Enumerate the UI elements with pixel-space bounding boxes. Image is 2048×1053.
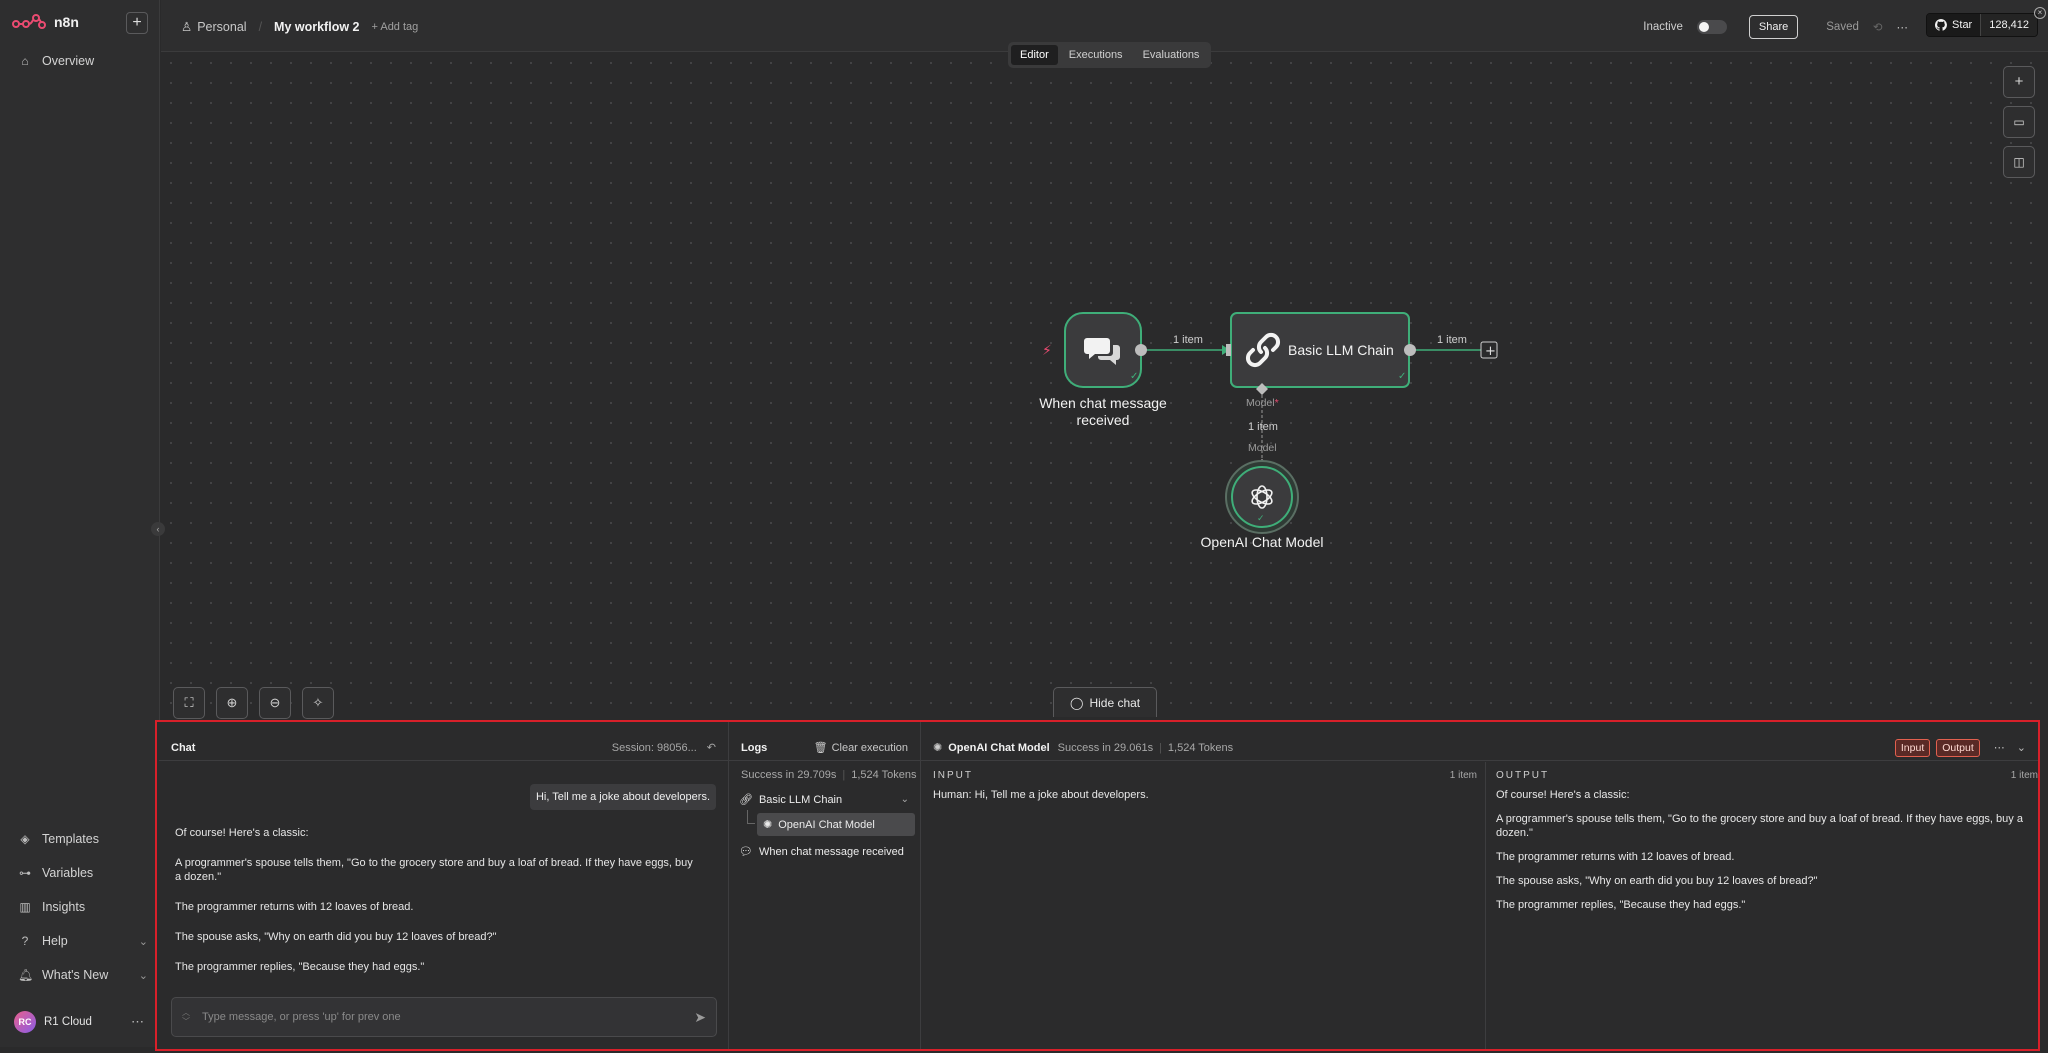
svg-text:✓: ✓ bbox=[1398, 371, 1406, 382]
node-openai-chat-model[interactable]: ✓ bbox=[1225, 460, 1299, 534]
chat-icon: 💬︎ bbox=[739, 846, 753, 858]
svg-text:✓: ✓ bbox=[1257, 514, 1265, 524]
output-content: Of course! Here's a classic: A programme… bbox=[1496, 789, 2023, 911]
output-port[interactable] bbox=[1135, 344, 1147, 356]
input-item-count: 1 item bbox=[1449, 770, 1477, 781]
more-icon[interactable]: ⋯ bbox=[131, 1014, 144, 1030]
trigger-bolt-icon: ⚡ bbox=[1042, 343, 1052, 359]
chat-message-input[interactable]: ︿ ﹀ Type message, or press 'up' for prev … bbox=[171, 997, 717, 1037]
edge-label-item-count: 1 item bbox=[1173, 334, 1203, 346]
zoom-out-icon: ⊖ bbox=[269, 695, 281, 710]
svg-text:+: + bbox=[1485, 344, 1496, 359]
logs-column: Logs 🗑︎ Clear execution Success in 29.70… bbox=[729, 722, 921, 1049]
tidy-up-button[interactable]: ✧ bbox=[302, 687, 334, 719]
insights-icon: ▥ bbox=[19, 900, 31, 914]
sidebar-item-label: Insights bbox=[42, 900, 86, 914]
edge-label-item-count: 1 item bbox=[1248, 421, 1278, 433]
chat-title: Chat bbox=[171, 741, 196, 754]
output-port[interactable] bbox=[1404, 344, 1416, 356]
sidebar-item-label: Variables bbox=[42, 866, 94, 880]
history-arrows-icon[interactable]: ︿ ﹀ bbox=[182, 1008, 190, 1026]
input-content: Human: Hi, Tell me a joke about develope… bbox=[933, 789, 1149, 801]
tidy-up-icon: ✧ bbox=[312, 695, 324, 710]
session-id[interactable]: Session: 98056... bbox=[612, 742, 697, 754]
sidebar-item-label: Help bbox=[42, 934, 68, 948]
node-detail-title: OpenAI Chat Model bbox=[948, 741, 1050, 754]
logs-run-stats: Success in 29.709s | 1,524 Tokens bbox=[741, 769, 917, 781]
zoom-in-button[interactable]: ⊕ bbox=[216, 687, 248, 719]
variables-icon: ⊶ bbox=[19, 866, 31, 880]
hide-chat-label: Hide chat bbox=[1089, 695, 1141, 710]
node-chat-trigger[interactable]: ✓ bbox=[1064, 312, 1142, 388]
bot-message: Of course! Here's a classic: A programme… bbox=[175, 827, 693, 973]
output-label: OUTPUT bbox=[1496, 770, 1550, 781]
input-toggle-button[interactable]: Input bbox=[1894, 738, 1931, 757]
user-menu[interactable]: RC R1 Cloud ⋯ bbox=[14, 1011, 144, 1033]
zoom-in-icon: ⊕ bbox=[226, 695, 238, 710]
run-duration: Success in 29.709s bbox=[741, 769, 837, 781]
input-port[interactable] bbox=[1226, 344, 1231, 356]
chevron-down-icon: ⌄ bbox=[138, 935, 148, 948]
port-label-model: Model bbox=[1248, 442, 1277, 454]
chat-bubble-icon: ◯ bbox=[1070, 695, 1084, 710]
templates-icon: ◈ bbox=[20, 832, 30, 846]
bell-icon: 🔔︎ bbox=[18, 968, 34, 982]
chevron-down-icon[interactable]: ⌄ bbox=[901, 794, 909, 805]
sidebar-item-templates[interactable]: ◈ Templates bbox=[18, 832, 148, 846]
svg-text:✓: ✓ bbox=[1130, 371, 1138, 382]
openai-icon: ✺ bbox=[763, 819, 773, 831]
fit-view-button[interactable]: ⛶ bbox=[173, 687, 205, 719]
reset-session-icon[interactable]: ↶ bbox=[707, 741, 716, 754]
log-entry-basic-llm-chain[interactable]: 🔗︎ Basic LLM Chain ⌄ bbox=[739, 793, 909, 807]
tree-connector bbox=[747, 810, 755, 824]
more-options-icon[interactable]: ⋯ bbox=[1994, 741, 2005, 754]
link-icon: 🔗︎ bbox=[739, 794, 753, 806]
node-run-stats: Success in 29.061s | 1,524 Tokens bbox=[1057, 741, 1234, 754]
execution-panel: Chat Session: 98056... ↶ Hi, Tell me a j… bbox=[155, 720, 2040, 1051]
output-toggle-button[interactable]: Output bbox=[1936, 738, 1980, 757]
node-detail-header: ✺ OpenAI Chat Model Success in 29.061s |… bbox=[921, 735, 2038, 761]
port-label-model: Model* bbox=[1246, 397, 1279, 409]
sidebar-item-whats-new[interactable]: 🔔︎ What's New ⌄ bbox=[18, 968, 148, 982]
session-info: Session: 98056... ↶ bbox=[612, 741, 716, 755]
node-label-chain: Basic LLM Chain bbox=[1288, 342, 1394, 358]
sidebar-item-variables[interactable]: ⊶ Variables bbox=[18, 866, 148, 880]
logs-title: Logs bbox=[741, 741, 768, 754]
log-entry-openai-chat-model[interactable]: ✺ OpenAI Chat Model bbox=[757, 813, 915, 836]
io-toggle: Input Output ⋯ ⌄ bbox=[1894, 738, 2026, 757]
sidebar-item-insights[interactable]: ▥ Insights bbox=[18, 900, 148, 914]
zoom-out-button[interactable]: ⊖ bbox=[259, 687, 291, 719]
chat-column: Chat Session: 98056... ↶ Hi, Tell me a j… bbox=[159, 722, 729, 1049]
node-label-trigger: When chat message received bbox=[1039, 395, 1167, 428]
chevron-down-icon[interactable]: ⌄ bbox=[2017, 741, 2026, 754]
output-item-count: 1 item bbox=[2010, 770, 2038, 781]
trash-icon: 🗑︎ bbox=[813, 742, 828, 754]
node-label-model: OpenAI Chat Model bbox=[1200, 534, 1324, 550]
user-message: Hi, Tell me a joke about developers. bbox=[529, 784, 716, 810]
node-run-duration: Success in 29.061s bbox=[1057, 741, 1154, 754]
sidebar-item-label: Templates bbox=[42, 832, 99, 846]
chat-input-placeholder: Type message, or press 'up' for prev one bbox=[202, 1011, 401, 1023]
send-icon[interactable]: ➤ bbox=[694, 1009, 706, 1026]
user-name: R1 Cloud bbox=[44, 1016, 92, 1028]
logs-header: Logs 🗑︎ Clear execution bbox=[729, 735, 920, 761]
hide-chat-button[interactable]: ◯ Hide chat bbox=[1053, 687, 1158, 717]
run-tokens: 1,524 Tokens bbox=[851, 769, 917, 781]
output-column: OUTPUT 1 item Of course! Here's a classi… bbox=[1486, 762, 2038, 1049]
chevron-down-icon: ⌄ bbox=[138, 969, 148, 982]
node-run-tokens: 1,524 Tokens bbox=[1167, 741, 1234, 754]
avatar: RC bbox=[14, 1011, 36, 1033]
fit-view-icon: ⛶ bbox=[184, 695, 194, 710]
workflow-graph: ✓ ⚡ ✓ + ✓ bbox=[1042, 312, 1498, 534]
sidebar-item-label: What's New bbox=[42, 968, 109, 982]
clear-execution-button[interactable]: 🗑︎ Clear execution bbox=[813, 741, 908, 755]
input-column: INPUT 1 item Human: Hi, Tell me a joke a… bbox=[921, 762, 1486, 1049]
help-icon: ? bbox=[21, 934, 29, 948]
sidebar-item-help[interactable]: ? Help ⌄ bbox=[18, 934, 148, 948]
log-entry-chat-trigger[interactable]: 💬︎ When chat message received bbox=[739, 845, 909, 859]
chat-header: Chat Session: 98056... ↶ bbox=[159, 735, 728, 761]
edge-label-item-count: 1 item bbox=[1437, 334, 1467, 346]
openai-icon: ✺ bbox=[933, 742, 943, 754]
input-label: INPUT bbox=[933, 770, 973, 781]
